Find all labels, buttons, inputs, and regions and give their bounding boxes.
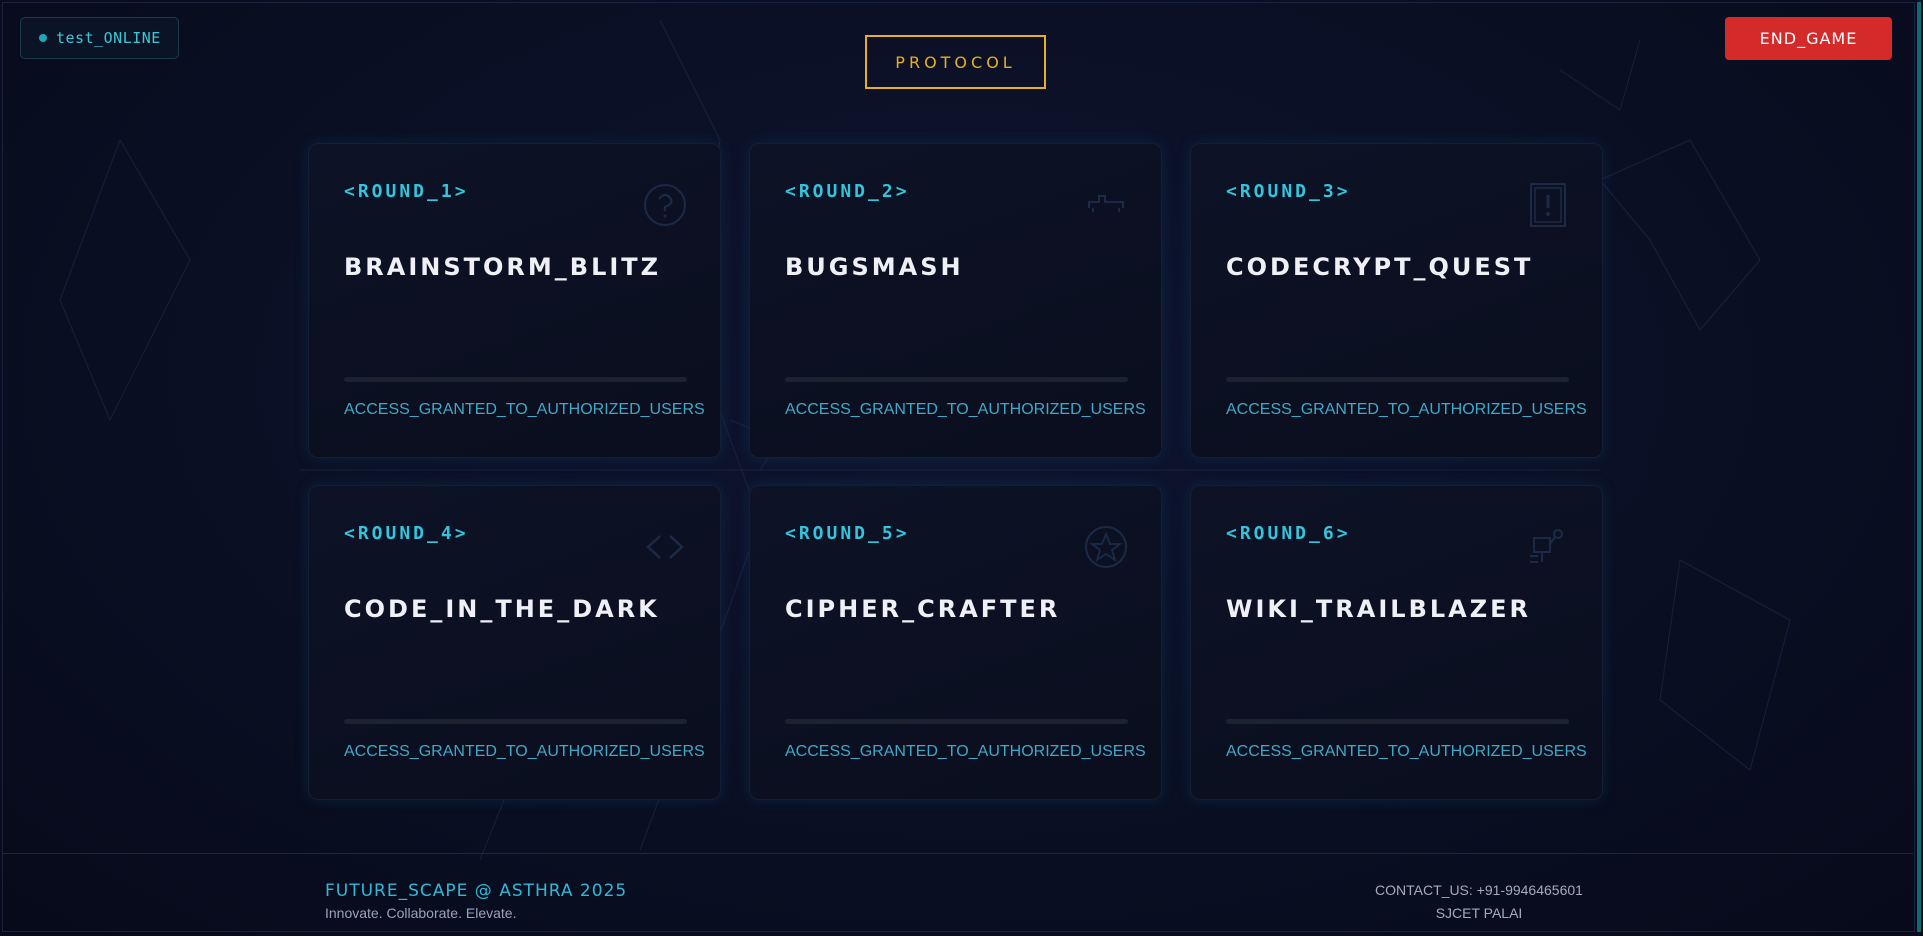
round-card-2[interactable]: <ROUND_2> BUGSMASH ACCESS_GRANTED_TO_AUT… [749,143,1162,458]
progress-bar [1226,377,1569,382]
access-text: ACCESS_GRANTED_TO_AUTHORIZED_USERS [344,743,705,760]
footer-divider [3,853,1913,854]
footer-org: SJCET PALAI [1435,905,1523,921]
progress-bar [344,377,687,382]
round-title: BRAINSTORM_BLITZ [344,253,662,281]
footer-brand: FUTURE_SCAPE @ ASTHRA 2025 [325,881,628,901]
star-badge-icon [1085,526,1127,568]
round-title: WIKI_TRAILBLAZER [1226,595,1532,623]
round-label: <ROUND_3> [1226,181,1351,202]
network-icon [1530,529,1563,563]
bug-icon [1088,195,1124,212]
round-card-1[interactable]: <ROUND_1> BRAINSTORM_BLITZ ACCESS_GRANTE… [308,143,721,458]
footer-contact: CONTACT_US: +91-9946465601 [1375,882,1583,898]
user-status-pill: test_ONLINE [20,17,179,59]
round-card-4[interactable]: <ROUND_4> CODE_IN_THE_DARK ACCESS_GRANTE… [308,485,721,800]
access-text: ACCESS_GRANTED_TO_AUTHORIZED_USERS [1226,401,1587,418]
round-card-3[interactable]: <ROUND_3> CODECRYPT_QUEST ACCESS_GRANTED… [1190,143,1603,458]
code-brackets-icon [646,535,684,559]
round-card-5[interactable]: <ROUND_5> CIPHER_CRAFTER ACCESS_GRANTED_… [749,485,1162,800]
round-label: <ROUND_2> [785,181,910,202]
question-icon [644,184,686,226]
access-text: ACCESS_GRANTED_TO_AUTHORIZED_USERS [785,401,1146,418]
access-text: ACCESS_GRANTED_TO_AUTHORIZED_USERS [344,401,705,418]
footer-tagline: Innovate. Collaborate. Elevate. [325,905,517,921]
end-game-button[interactable]: END_GAME [1725,17,1892,60]
round-label: <ROUND_5> [785,523,910,544]
round-title: CODECRYPT_QUEST [1226,253,1534,281]
round-title: CODE_IN_THE_DARK [344,595,660,623]
access-text: ACCESS_GRANTED_TO_AUTHORIZED_USERS [785,743,1146,760]
status-text: test_ONLINE [56,29,161,47]
round-label: <ROUND_1> [344,181,469,202]
progress-bar [344,719,687,724]
alert-book-icon [1530,183,1566,227]
progress-bar [785,377,1128,382]
round-title: CIPHER_CRAFTER [785,595,1061,623]
round-title: BUGSMASH [785,253,964,281]
protocol-button[interactable]: PROTOCOL [865,35,1046,89]
round-label: <ROUND_6> [1226,523,1351,544]
round-label: <ROUND_4> [344,523,469,544]
access-text: ACCESS_GRANTED_TO_AUTHORIZED_USERS [1226,743,1587,760]
round-card-6[interactable]: <ROUND_6> WIKI_TRAILBLAZER ACCESS_GRANTE… [1190,485,1603,800]
progress-bar [785,719,1128,724]
progress-bar [1226,719,1569,724]
online-dot-icon [39,34,47,42]
